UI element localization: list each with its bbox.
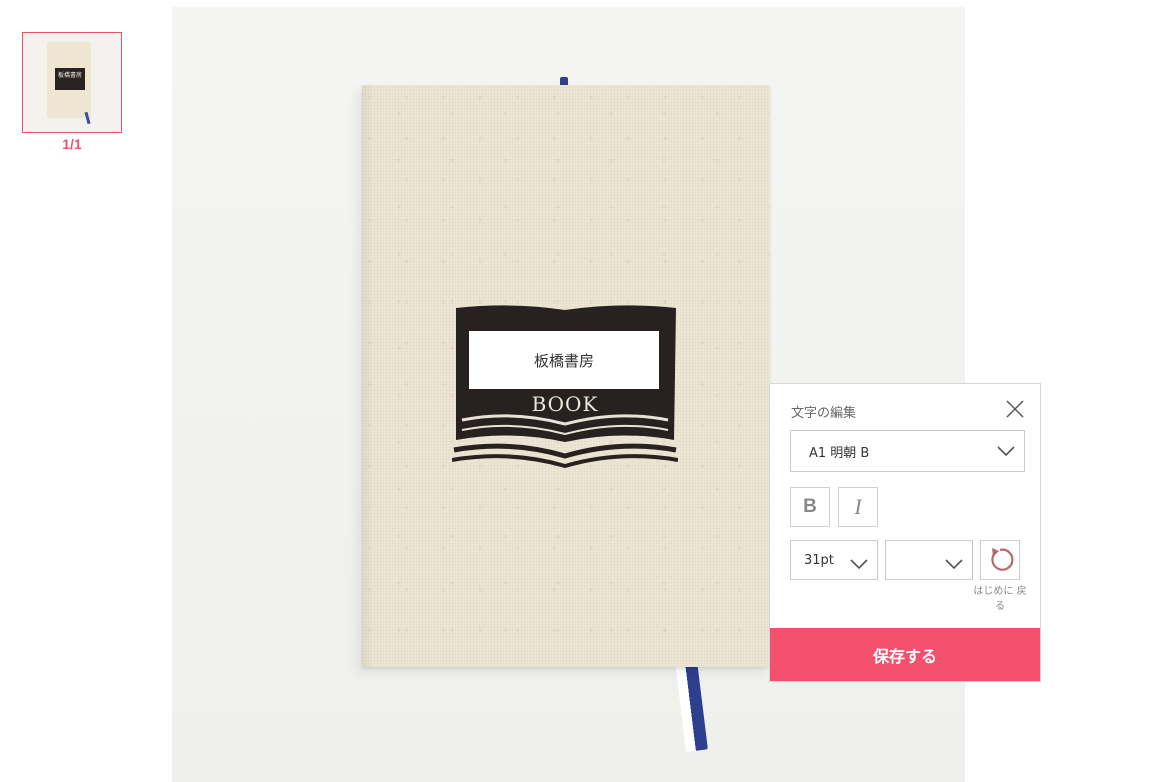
text-edit-panel: 文字の編集 A1 明朝 B B I 31pt はじめに 戻る 保存する <box>769 383 1041 682</box>
chevron-down-icon <box>997 446 1015 457</box>
chevron-down-icon <box>850 559 868 570</box>
font-size-select[interactable]: 31pt <box>790 540 878 580</box>
book-cover: 板橋書房 BOOK <box>362 85 770 667</box>
logo-book-word: BOOK <box>531 392 599 416</box>
ribbon-bottom <box>674 652 708 752</box>
font-family-value: A1 明朝 B <box>809 445 870 461</box>
font-size-value: 31pt <box>804 553 834 568</box>
italic-button[interactable]: I <box>838 487 878 527</box>
bold-button[interactable]: B <box>790 487 830 527</box>
save-button[interactable]: 保存する <box>770 628 1040 681</box>
reset-label: はじめに 戻る <box>973 586 1027 612</box>
thumbnail-logo: 板橋書房 <box>55 68 85 90</box>
close-icon <box>1006 400 1024 418</box>
panel-title: 文字の編集 <box>791 406 857 421</box>
page-counter: 1/1 <box>62 136 82 152</box>
reset-button[interactable] <box>980 540 1020 580</box>
style-option-select[interactable] <box>885 540 973 580</box>
page-thumbnail[interactable]: 板橋書房 <box>22 32 122 133</box>
chevron-down-icon <box>945 559 963 570</box>
book-stamp-logo: 板橋書房 BOOK <box>452 300 678 470</box>
reset-icon <box>991 548 1014 571</box>
thumbnail-book-image: 板橋書房 <box>47 42 91 118</box>
font-family-select[interactable]: A1 明朝 B <box>790 430 1025 472</box>
book-cover-fold <box>362 85 374 667</box>
close-button[interactable] <box>1004 398 1026 420</box>
editable-text-box[interactable]: 板橋書房 <box>469 331 659 389</box>
